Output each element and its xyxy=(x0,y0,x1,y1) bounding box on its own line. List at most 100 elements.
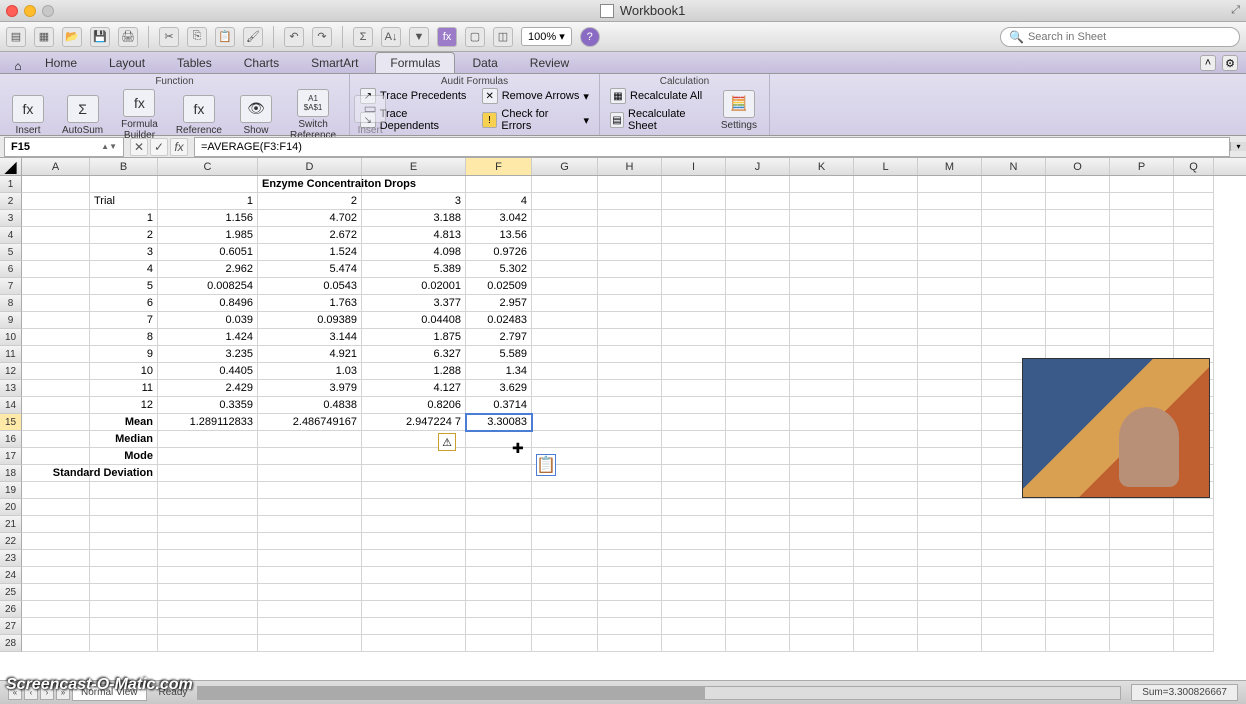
cell[interactable]: 2 xyxy=(90,227,158,244)
cell[interactable] xyxy=(918,465,982,482)
cell[interactable] xyxy=(918,550,982,567)
row-header[interactable]: 10 xyxy=(0,329,22,346)
cell[interactable] xyxy=(258,533,362,550)
cell[interactable] xyxy=(854,550,918,567)
cell[interactable] xyxy=(598,516,662,533)
cell[interactable] xyxy=(854,431,918,448)
cell[interactable] xyxy=(22,176,90,193)
tab-home[interactable]: Home xyxy=(30,52,92,73)
cell[interactable] xyxy=(726,448,790,465)
tab-review[interactable]: Review xyxy=(515,52,584,73)
cell[interactable] xyxy=(598,380,662,397)
cell[interactable]: 2.947224 7 xyxy=(362,414,466,431)
confirm-icon[interactable]: ✓ xyxy=(150,138,168,156)
cell[interactable]: 1 xyxy=(90,210,158,227)
cell[interactable] xyxy=(982,567,1046,584)
cell[interactable] xyxy=(532,584,598,601)
cell[interactable] xyxy=(854,499,918,516)
cell[interactable] xyxy=(918,363,982,380)
cell[interactable] xyxy=(362,516,466,533)
cell[interactable] xyxy=(726,601,790,618)
cell[interactable] xyxy=(726,363,790,380)
sort-icon[interactable]: A↓ xyxy=(381,27,401,47)
cell[interactable] xyxy=(790,346,854,363)
cell[interactable] xyxy=(726,550,790,567)
cell[interactable] xyxy=(532,278,598,295)
cell[interactable] xyxy=(918,193,982,210)
cell[interactable] xyxy=(918,397,982,414)
cell[interactable]: 1.34 xyxy=(466,363,532,380)
ribbon-settings-icon[interactable]: ⚙ xyxy=(1222,55,1238,71)
cell[interactable] xyxy=(158,533,258,550)
cell[interactable] xyxy=(1174,618,1214,635)
col-header[interactable]: K xyxy=(790,158,854,175)
toolbox-icon[interactable]: ▢ xyxy=(465,27,485,47)
cell[interactable] xyxy=(662,295,726,312)
cell[interactable] xyxy=(158,618,258,635)
cell[interactable] xyxy=(1110,329,1174,346)
cell[interactable] xyxy=(22,584,90,601)
cell[interactable]: 3.629 xyxy=(466,380,532,397)
cell[interactable] xyxy=(1174,329,1214,346)
select-all-corner[interactable]: ◢ xyxy=(0,158,22,175)
row-header[interactable]: 23 xyxy=(0,550,22,567)
cell[interactable] xyxy=(982,295,1046,312)
cell[interactable] xyxy=(1110,584,1174,601)
cell[interactable]: 7 xyxy=(90,312,158,329)
cell[interactable] xyxy=(790,601,854,618)
new-icon[interactable]: ▤ xyxy=(6,27,26,47)
cell[interactable] xyxy=(362,465,466,482)
cell[interactable] xyxy=(532,618,598,635)
cell[interactable] xyxy=(1110,567,1174,584)
col-header[interactable]: J xyxy=(726,158,790,175)
cell[interactable]: 3.377 xyxy=(362,295,466,312)
cell[interactable] xyxy=(918,329,982,346)
cell[interactable] xyxy=(1110,635,1174,652)
expand-formula-bar-icon[interactable]: ▾ xyxy=(1230,142,1246,151)
row-header[interactable]: 1 xyxy=(0,176,22,193)
cell[interactable] xyxy=(466,601,532,618)
cell[interactable]: 6.327 xyxy=(362,346,466,363)
cell[interactable] xyxy=(662,550,726,567)
cell[interactable] xyxy=(1174,278,1214,295)
cell[interactable]: 1.985 xyxy=(158,227,258,244)
cell[interactable] xyxy=(1110,210,1174,227)
col-header[interactable]: F xyxy=(466,158,532,175)
tab-tables[interactable]: Tables xyxy=(162,52,227,73)
cell[interactable] xyxy=(790,482,854,499)
col-header[interactable]: O xyxy=(1046,158,1110,175)
cell[interactable] xyxy=(598,363,662,380)
cell[interactable] xyxy=(726,567,790,584)
cell[interactable] xyxy=(598,176,662,193)
cell[interactable] xyxy=(598,414,662,431)
cell[interactable] xyxy=(982,584,1046,601)
cell[interactable] xyxy=(918,261,982,278)
cell[interactable] xyxy=(22,635,90,652)
cell[interactable] xyxy=(1174,533,1214,550)
cell[interactable] xyxy=(598,227,662,244)
cell[interactable] xyxy=(982,550,1046,567)
cell[interactable] xyxy=(532,312,598,329)
cell[interactable] xyxy=(854,244,918,261)
cell[interactable] xyxy=(598,465,662,482)
cell[interactable] xyxy=(982,635,1046,652)
cell[interactable] xyxy=(532,380,598,397)
cell[interactable] xyxy=(22,533,90,550)
recalculate-sheet-button[interactable]: ▤Recalculate Sheet xyxy=(608,107,707,133)
cell[interactable] xyxy=(532,244,598,261)
cell[interactable] xyxy=(662,448,726,465)
calculation-settings-button[interactable]: 🧮Settings xyxy=(717,88,761,133)
cell[interactable] xyxy=(466,584,532,601)
cell[interactable] xyxy=(90,567,158,584)
cell[interactable]: 5.589 xyxy=(466,346,532,363)
collapse-ribbon-icon[interactable]: ˄ xyxy=(1200,55,1216,71)
tab-smartart[interactable]: SmartArt xyxy=(296,52,373,73)
cell[interactable] xyxy=(726,516,790,533)
cell[interactable] xyxy=(790,176,854,193)
col-header[interactable]: C xyxy=(158,158,258,175)
cell[interactable] xyxy=(918,431,982,448)
cell[interactable]: 12 xyxy=(90,397,158,414)
cell[interactable]: 5 xyxy=(90,278,158,295)
cell[interactable] xyxy=(1174,176,1214,193)
cell[interactable] xyxy=(854,227,918,244)
